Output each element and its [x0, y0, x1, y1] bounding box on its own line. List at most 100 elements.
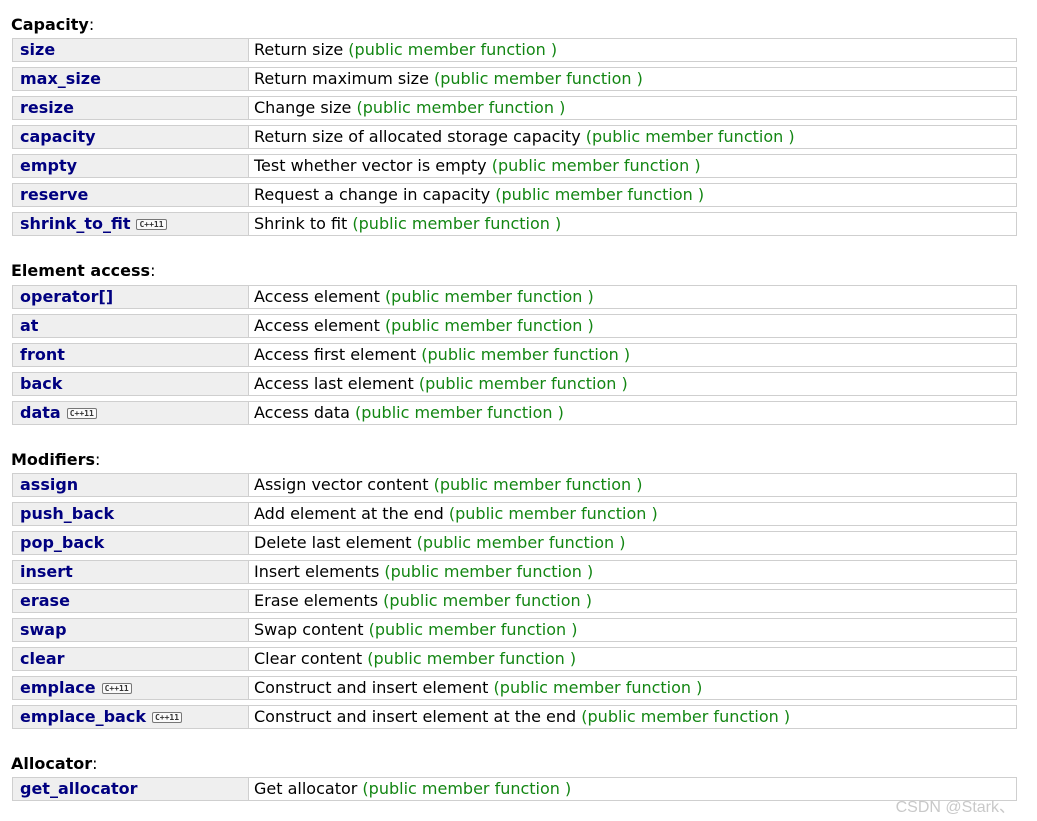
capacity-table: size Return size (public member function …	[12, 33, 1017, 241]
member-row: max_size Return maximum size (public memb…	[12, 67, 1017, 91]
cpp11-badge-icon: C++11	[101, 683, 132, 694]
member-name-cell: at	[12, 314, 249, 338]
member-row: back Access last element (public member f…	[12, 372, 1017, 396]
member-name-cell: get_allocator	[12, 777, 249, 801]
member-row: assign Assign vector content (public memb…	[12, 473, 1017, 497]
member-link[interactable]: get_allocator	[20, 779, 138, 798]
member-row: shrink_to_fit C++11 Shrink to fit (public …	[12, 212, 1017, 236]
section-title-modifiers: Modifiers:	[11, 450, 101, 469]
member-description-cell: Delete last element (public member funct…	[249, 531, 1017, 555]
member-link[interactable]: data	[20, 403, 61, 422]
member-row: emplace_back C++11 Construct and insert el…	[12, 705, 1017, 729]
member-row: resize Change size (public member functio…	[12, 96, 1017, 120]
member-name-cell: operator[]	[12, 285, 249, 309]
member-kind: (public member function )	[368, 620, 578, 639]
member-link[interactable]: reserve	[20, 185, 88, 204]
member-name-cell: data C++11	[12, 401, 249, 425]
member-description-cell: Assign vector content (public member fun…	[249, 473, 1017, 497]
member-description: Access data	[254, 403, 350, 422]
member-name-cell: assign	[12, 473, 249, 497]
member-description: Insert elements	[254, 562, 380, 581]
member-name-cell: empty	[12, 154, 249, 178]
member-name-cell: resize	[12, 96, 249, 120]
member-description-cell: Construct and insert element at the end …	[249, 705, 1017, 729]
member-link[interactable]: emplace	[20, 678, 96, 697]
member-link[interactable]: capacity	[20, 127, 96, 146]
member-link[interactable]: insert	[20, 562, 73, 581]
member-description-cell: Return size of allocated storage capacit…	[249, 125, 1017, 149]
watermark: CSDN @Stark、	[895, 799, 1015, 816]
member-name-cell: insert	[12, 560, 249, 584]
member-description: Return size	[254, 40, 344, 59]
member-description: Erase elements	[254, 591, 379, 610]
member-description: Access last element	[254, 374, 414, 393]
member-kind: (public member function )	[352, 214, 562, 233]
section-heading: Modifiers	[11, 450, 95, 469]
section-heading: Allocator	[11, 754, 93, 773]
member-name-cell: swap	[12, 618, 249, 642]
member-description: Clear content	[254, 649, 363, 668]
member-link[interactable]: emplace_back	[20, 707, 146, 726]
member-description: Delete last element	[254, 533, 412, 552]
member-kind: (public member function )	[495, 185, 705, 204]
member-description-cell: Access element (public member function )	[249, 314, 1017, 338]
member-link[interactable]: resize	[20, 98, 74, 117]
member-link[interactable]: at	[20, 316, 38, 335]
member-description: Access element	[254, 287, 380, 306]
member-description: Return size of allocated storage capacit…	[254, 127, 581, 146]
member-description-cell: Test whether vector is empty (public mem…	[249, 154, 1017, 178]
member-description: Request a change in capacity	[254, 185, 491, 204]
member-description: Assign vector content	[254, 475, 429, 494]
member-row: insert Insert elements (public member fun…	[12, 560, 1017, 584]
member-name-cell: reserve	[12, 183, 249, 207]
member-link[interactable]: clear	[20, 649, 65, 668]
member-name-cell: push_back	[12, 502, 249, 526]
member-link[interactable]: push_back	[20, 504, 114, 523]
member-link[interactable]: size	[20, 40, 55, 59]
member-link[interactable]: erase	[20, 591, 70, 610]
member-link[interactable]: operator[]	[20, 287, 113, 306]
member-link[interactable]: empty	[20, 156, 77, 175]
cpp11-badge-icon: C++11	[136, 219, 167, 230]
member-description: Return maximum size	[254, 69, 429, 88]
member-link[interactable]: shrink_to_fit	[20, 214, 130, 233]
section-title-capacity: Capacity:	[11, 15, 95, 34]
member-name-cell: erase	[12, 589, 249, 613]
member-kind: (public member function )	[367, 649, 577, 668]
member-description-cell: Access last element (public member funct…	[249, 372, 1017, 396]
member-kind: (public member function )	[384, 316, 594, 335]
member-row: front Access first element (public member…	[12, 343, 1017, 367]
member-kind: (public member function )	[585, 127, 795, 146]
member-link[interactable]: back	[20, 374, 62, 393]
member-description: Construct and insert element	[254, 678, 489, 697]
member-description-cell: Add element at the end (public member fu…	[249, 502, 1017, 526]
member-name-cell: max_size	[12, 67, 249, 91]
section-title-element-access: Element access:	[11, 261, 156, 280]
member-description: Change size	[254, 98, 352, 117]
member-kind: (public member function )	[434, 69, 643, 88]
member-row: swap Swap content (public member function…	[12, 618, 1017, 642]
member-row: get_allocator Get allocator (public membe…	[12, 777, 1017, 801]
member-description-cell: Request a change in capacity (public mem…	[249, 183, 1017, 207]
member-link[interactable]: swap	[20, 620, 67, 639]
member-link[interactable]: front	[20, 345, 65, 364]
member-description: Construct and insert element at the end	[254, 707, 577, 726]
section-heading: Capacity	[11, 15, 89, 34]
member-description-cell: Access first element (public member func…	[249, 343, 1017, 367]
cpp11-badge-icon: C++11	[151, 712, 183, 723]
member-name-cell: shrink_to_fit C++11	[12, 212, 249, 236]
member-kind: (public member function )	[448, 504, 658, 523]
member-kind: (public member function )	[418, 374, 628, 393]
member-name-cell: emplace C++11	[12, 676, 249, 700]
member-link[interactable]: pop_back	[20, 533, 104, 552]
member-link[interactable]: assign	[20, 475, 78, 494]
allocator-table: get_allocator Get allocator (public membe…	[12, 772, 1017, 806]
member-name-cell: size	[12, 38, 249, 62]
member-row: pop_back Delete last element (public memb…	[12, 531, 1017, 555]
member-link[interactable]: max_size	[20, 69, 101, 88]
member-kind: (public member function )	[384, 287, 594, 306]
member-kind: (public member function )	[384, 562, 594, 581]
member-row: operator[] Access element (public member …	[12, 285, 1017, 309]
section-title-allocator: Allocator:	[11, 754, 98, 773]
member-kind: (public member function )	[581, 707, 791, 726]
